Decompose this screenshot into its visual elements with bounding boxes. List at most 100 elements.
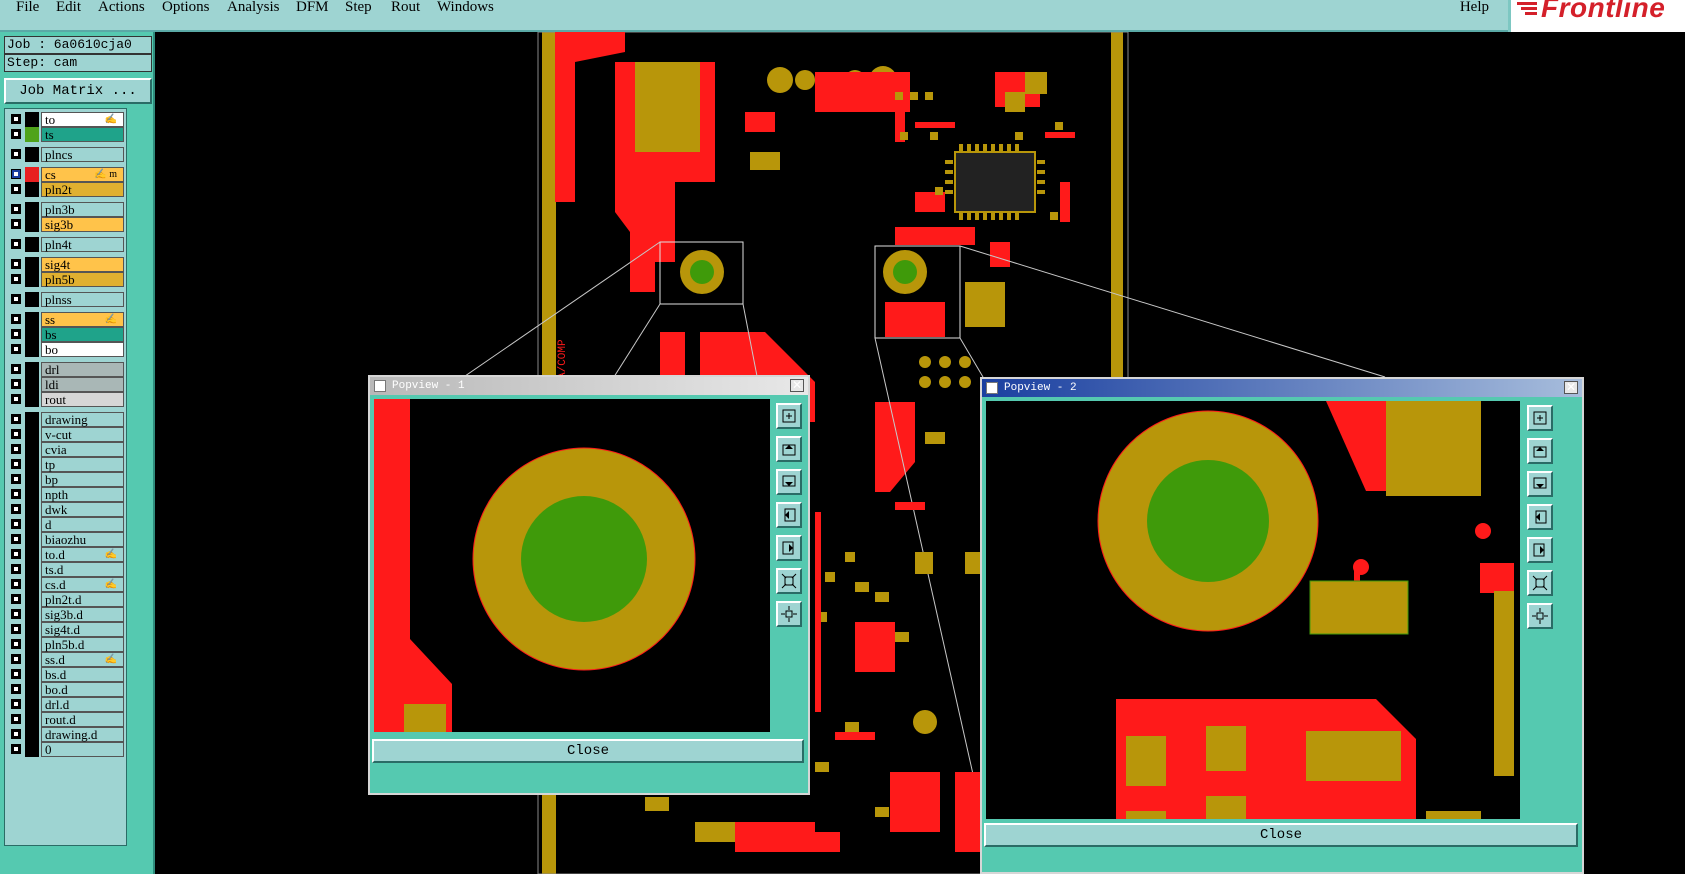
layer-checkbox[interactable] xyxy=(11,219,21,229)
layer-row-ts[interactable]: ts xyxy=(8,127,126,142)
zoom-fit-button[interactable] xyxy=(1527,570,1553,596)
layer-row-sig4t.d[interactable]: sig4t.d xyxy=(8,622,126,637)
layer-color-swatch[interactable] xyxy=(25,342,39,357)
layer-row-drawing.d[interactable]: drawing.d xyxy=(8,727,126,742)
pan-up-button[interactable] xyxy=(1527,438,1553,464)
layer-name[interactable]: dwk xyxy=(41,502,124,517)
layer-checkbox[interactable] xyxy=(11,364,21,374)
layer-checkbox[interactable] xyxy=(11,184,21,194)
layer-checkbox[interactable] xyxy=(11,429,21,439)
layer-name[interactable]: plnss xyxy=(41,292,124,307)
layer-name[interactable]: pln2t.d xyxy=(41,592,124,607)
layer-row-drl[interactable]: drl xyxy=(8,362,126,377)
layer-checkbox[interactable] xyxy=(11,314,21,324)
layer-row-sig3b.d[interactable]: sig3b.d xyxy=(8,607,126,622)
layer-name[interactable]: bp xyxy=(41,472,124,487)
layer-name[interactable]: pln4t xyxy=(41,237,124,252)
layer-row-to[interactable]: to ✍ xyxy=(8,112,126,127)
layer-checkbox[interactable] xyxy=(11,394,21,404)
layer-row-cs[interactable]: cs ✍ m xyxy=(8,167,126,182)
menu-windows[interactable]: Windows xyxy=(437,0,494,18)
layer-row-pln4t[interactable]: pln4t xyxy=(8,237,126,252)
layer-name[interactable]: rout.d xyxy=(41,712,124,727)
layer-color-swatch[interactable] xyxy=(25,622,39,637)
layer-name[interactable]: drl xyxy=(41,362,124,377)
layer-name[interactable]: tp xyxy=(41,457,124,472)
popview-1-titlebar[interactable]: Popview - 1 ✕ xyxy=(370,377,808,395)
layer-name[interactable]: cvia xyxy=(41,442,124,457)
layer-row-ts.d[interactable]: ts.d xyxy=(8,562,126,577)
pan-right-button[interactable] xyxy=(776,535,802,561)
layer-color-swatch[interactable] xyxy=(25,487,39,502)
layer-checkbox[interactable] xyxy=(11,239,21,249)
layer-row-tp[interactable]: tp xyxy=(8,457,126,472)
layer-row-cs.d[interactable]: cs.d ✍ xyxy=(8,577,126,592)
layer-row-cvia[interactable]: cvia xyxy=(8,442,126,457)
layer-name[interactable]: bs xyxy=(41,327,124,342)
layer-checkbox[interactable] xyxy=(11,684,21,694)
layer-color-swatch[interactable] xyxy=(25,182,39,197)
layer-color-swatch[interactable] xyxy=(25,547,39,562)
layer-checkbox[interactable] xyxy=(11,534,21,544)
layer-name[interactable]: sig3b xyxy=(41,217,124,232)
layer-row-rout[interactable]: rout xyxy=(8,392,126,407)
layer-checkbox[interactable] xyxy=(11,444,21,454)
layer-name[interactable]: ss ✍ xyxy=(41,312,124,327)
pan-down-button[interactable] xyxy=(1527,471,1553,497)
pan-down-button[interactable] xyxy=(776,469,802,495)
menu-edit[interactable]: Edit xyxy=(56,0,81,18)
layer-name[interactable]: pln5b xyxy=(41,272,124,287)
layer-color-swatch[interactable] xyxy=(25,292,39,307)
layer-checkbox[interactable] xyxy=(11,594,21,604)
layer-row-bp[interactable]: bp xyxy=(8,472,126,487)
layer-color-swatch[interactable] xyxy=(25,147,39,162)
layer-checkbox[interactable] xyxy=(11,714,21,724)
zoom-fit-button[interactable] xyxy=(776,568,802,594)
layer-color-swatch[interactable] xyxy=(25,472,39,487)
layer-name[interactable]: to ✍ xyxy=(41,112,124,127)
layer-name[interactable]: d xyxy=(41,517,124,532)
menu-dfm[interactable]: DFM xyxy=(296,0,329,18)
layer-checkbox[interactable] xyxy=(11,459,21,469)
layer-color-swatch[interactable] xyxy=(25,607,39,622)
zoom-out-button[interactable] xyxy=(1527,603,1553,629)
layer-name[interactable]: ts.d xyxy=(41,562,124,577)
layer-checkbox[interactable] xyxy=(11,344,21,354)
pan-right-button[interactable] xyxy=(1527,537,1553,563)
layer-name[interactable]: bs.d xyxy=(41,667,124,682)
layer-checkbox[interactable] xyxy=(11,129,21,139)
menu-analysis[interactable]: Analysis xyxy=(227,0,280,18)
layer-color-swatch[interactable] xyxy=(25,652,39,667)
popview-2-window[interactable]: Popview - 2 ✕ Close xyxy=(980,377,1584,874)
layer-color-swatch[interactable] xyxy=(25,427,39,442)
layer-name[interactable]: npth xyxy=(41,487,124,502)
layer-row-ss[interactable]: ss ✍ xyxy=(8,312,126,327)
layer-name[interactable]: drawing.d xyxy=(41,727,124,742)
layer-row-bs.d[interactable]: bs.d xyxy=(8,667,126,682)
layer-name[interactable]: sig4t.d xyxy=(41,622,124,637)
pan-left-button[interactable] xyxy=(1527,504,1553,530)
zoom-in-button[interactable] xyxy=(1527,405,1553,431)
popview-1-canvas[interactable] xyxy=(374,399,770,732)
layer-color-swatch[interactable] xyxy=(25,592,39,607)
layer-checkbox[interactable] xyxy=(11,414,21,424)
layer-name[interactable]: v-cut xyxy=(41,427,124,442)
layer-name[interactable]: cs ✍ m xyxy=(41,167,124,182)
popview-2-close-button[interactable]: Close xyxy=(984,823,1578,847)
layer-row-npth[interactable]: npth xyxy=(8,487,126,502)
layer-color-swatch[interactable] xyxy=(25,457,39,472)
layer-checkbox[interactable] xyxy=(11,504,21,514)
layer-checkbox[interactable] xyxy=(11,699,21,709)
layer-row-ldi[interactable]: ldi xyxy=(8,377,126,392)
layer-color-swatch[interactable] xyxy=(25,442,39,457)
layer-color-swatch[interactable] xyxy=(25,502,39,517)
layer-checkbox[interactable] xyxy=(11,379,21,389)
zoom-out-button[interactable] xyxy=(776,601,802,627)
layer-name[interactable]: ldi xyxy=(41,377,124,392)
layer-name[interactable]: rout xyxy=(41,392,124,407)
layer-checkbox[interactable] xyxy=(11,474,21,484)
layer-name[interactable]: bo xyxy=(41,342,124,357)
layer-checkbox[interactable] xyxy=(11,624,21,634)
layer-row-bs[interactable]: bs xyxy=(8,327,126,342)
layer-row-rout.d[interactable]: rout.d xyxy=(8,712,126,727)
